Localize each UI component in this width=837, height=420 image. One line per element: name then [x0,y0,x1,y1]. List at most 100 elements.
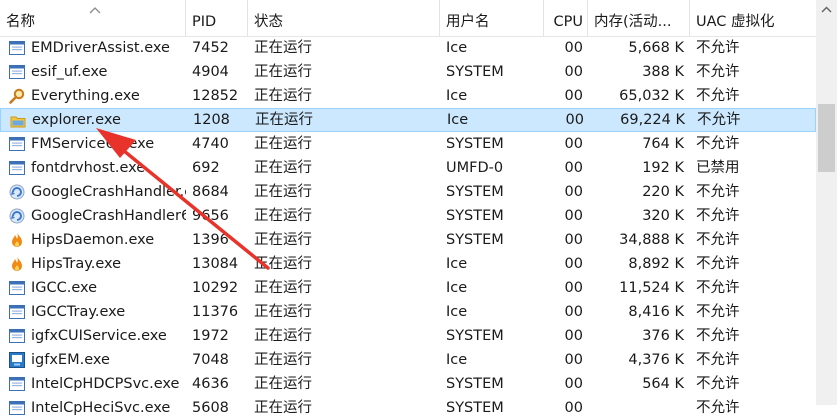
column-header-cpu[interactable]: CPU [544,0,588,36]
process-pid-cell: 7048 [192,352,229,368]
window-app-icon [9,160,25,176]
process-status-cell: 正在运行 [254,280,312,296]
window-app-icon [9,40,25,56]
window-app-icon [9,376,25,392]
process-name-cell: IntelCpHeciSvc.exe [31,400,171,416]
column-header-pid[interactable]: PID [186,0,248,36]
process-row[interactable]: HipsDaemon.exe 1396 正在运行 SYSTEM 00 34,888 K 不允… [0,228,816,252]
process-user-cell: SYSTEM [446,328,504,344]
process-name-cell: IGCC.exe [31,280,98,296]
process-memory-cell: 69,224 K [620,112,685,128]
process-user-cell: Ice [446,88,468,104]
folder-icon [10,113,26,129]
process-row[interactable]: HipsTray.exe 13084 正在运行 Ice 00 8,892 K 不允许 [0,252,816,276]
column-header-uac-label: UAC 虚拟化 [696,14,775,30]
process-status-cell: 正在运行 [254,160,312,176]
process-uac-cell: 不允许 [696,352,740,368]
graphics-app-icon [9,352,25,368]
process-memory-cell: 34,888 K [619,232,684,248]
process-status-cell: 正在运行 [255,112,313,128]
process-cpu-cell: 00 [564,136,583,152]
process-memory-cell: 320 K [642,208,684,224]
process-memory-cell: 388 K [642,64,684,80]
process-row[interactable]: explorer.exe 1208 正在运行 Ice 00 69,224 K 不允许 [0,108,816,132]
process-row[interactable]: EMDriverAssist.exe 7452 正在运行 Ice 00 5,668 K 不允… [0,36,816,60]
process-name-cell: fontdrvhost.exe [31,160,146,176]
process-uac-cell: 不允许 [696,40,740,56]
process-name-cell: GoogleCrashHandler64.exe [31,208,186,224]
process-name-cell: HipsTray.exe [31,256,122,272]
process-user-cell: SYSTEM [446,376,504,392]
process-user-cell: SYSTEM [446,208,504,224]
process-row[interactable]: GoogleCrashHandler64.exe 9656 正在运行 SYSTEM 00… [0,204,816,228]
process-status-cell: 正在运行 [254,328,312,344]
process-row[interactable]: igfxCUIService.exe 1972 正在运行 SYSTEM 00 376 K 不… [0,324,816,348]
process-pid-cell: 4636 [192,376,229,392]
process-user-cell: SYSTEM [446,64,504,80]
scrollbar-thumb[interactable] [818,104,835,172]
vertical-scrollbar[interactable] [816,0,837,405]
process-pid-cell: 13084 [192,256,239,272]
process-name-cell: IGCCTray.exe [31,304,126,320]
process-row[interactable]: FMService64.exe 4740 正在运行 SYSTEM 00 764 K 不允许 [0,132,816,156]
process-user-cell: Ice [446,40,468,56]
process-cpu-cell: 00 [564,328,583,344]
window-app-icon [9,280,25,296]
process-user-cell: SYSTEM [446,136,504,152]
process-cpu-cell: 00 [564,352,583,368]
sort-ascending-icon [89,7,101,14]
process-pid-cell: 9656 [192,208,229,224]
column-header-user-label: 用户名 [446,14,490,30]
process-name-cell: esif_uf.exe [31,64,108,80]
flame-icon [9,232,25,248]
process-row[interactable]: IGCCTray.exe 11376 正在运行 Ice 00 8,416 K 不允许 [0,300,816,324]
google-update-icon [9,184,25,200]
process-pid-cell: 4904 [192,64,229,80]
process-user-cell: Ice [446,304,468,320]
process-row[interactable]: Everything.exe 12852 正在运行 Ice 00 65,032 K 不允许 [0,84,816,108]
process-row[interactable]: IntelCpHeciSvc.exe 5608 正在运行 SYSTEM 00 不允许 [0,396,816,420]
column-header-status-label: 状态 [254,14,283,30]
process-status-cell: 正在运行 [254,184,312,200]
process-row[interactable]: esif_uf.exe 4904 正在运行 SYSTEM 00 388 K 不允许 [0,60,816,84]
process-pid-cell: 8684 [192,184,229,200]
process-memory-cell: 65,032 K [619,88,684,104]
process-name-cell: GoogleCrashHandler.exe [31,184,186,200]
process-cpu-cell: 00 [564,256,583,272]
column-header-uac[interactable]: UAC 虚拟化 [690,0,816,36]
column-header-memory[interactable]: 内存(活动... [588,0,690,36]
process-pid-cell: 12852 [192,88,239,104]
column-header-status[interactable]: 状态 [248,0,440,36]
process-memory-cell: 11,524 K [619,280,684,296]
process-name-cell: EMDriverAssist.exe [31,40,170,56]
process-user-cell: SYSTEM [446,232,504,248]
process-row[interactable]: igfxEM.exe 7048 正在运行 Ice 00 4,376 K 不允许 [0,348,816,372]
process-name-cell: igfxEM.exe [31,352,110,368]
process-cpu-cell: 00 [564,304,583,320]
process-pid-cell: 11376 [192,304,239,320]
process-name-cell: igfxCUIService.exe [31,328,167,344]
scroll-up-arrow-icon[interactable] [816,0,837,20]
process-status-cell: 正在运行 [254,208,312,224]
process-memory-cell: 4,376 K [628,352,684,368]
window-app-icon [9,136,25,152]
process-row[interactable]: IGCC.exe 10292 正在运行 Ice 00 11,524 K 不允许 [0,276,816,300]
process-cpu-cell: 00 [564,184,583,200]
process-user-cell: UMFD-0 [446,160,504,176]
process-user-cell: Ice [446,256,468,272]
process-pid-cell: 692 [192,160,220,176]
window-app-icon [9,400,25,416]
process-uac-cell: 不允许 [696,232,740,248]
process-row[interactable]: fontdrvhost.exe 692 正在运行 UMFD-0 00 192 K 已禁用 [0,156,816,180]
process-row[interactable]: GoogleCrashHandler.exe 8684 正在运行 SYSTEM 00 22… [0,180,816,204]
window-app-icon [9,64,25,80]
process-row[interactable]: IntelCpHDCPSvc.exe 4636 正在运行 SYSTEM 00 564 K 不… [0,372,816,396]
process-status-cell: 正在运行 [254,232,312,248]
process-memory-cell: 8,892 K [628,256,684,272]
column-header-row: 名称 PID 状态 用户名 CPU 内存(活动... UAC 虚拟化 [0,0,816,37]
process-pid-cell: 10292 [192,280,239,296]
process-uac-cell: 不允许 [696,208,740,224]
column-header-user[interactable]: 用户名 [440,0,544,36]
process-memory-cell: 5,668 K [628,40,684,56]
process-uac-cell: 不允许 [697,112,741,128]
